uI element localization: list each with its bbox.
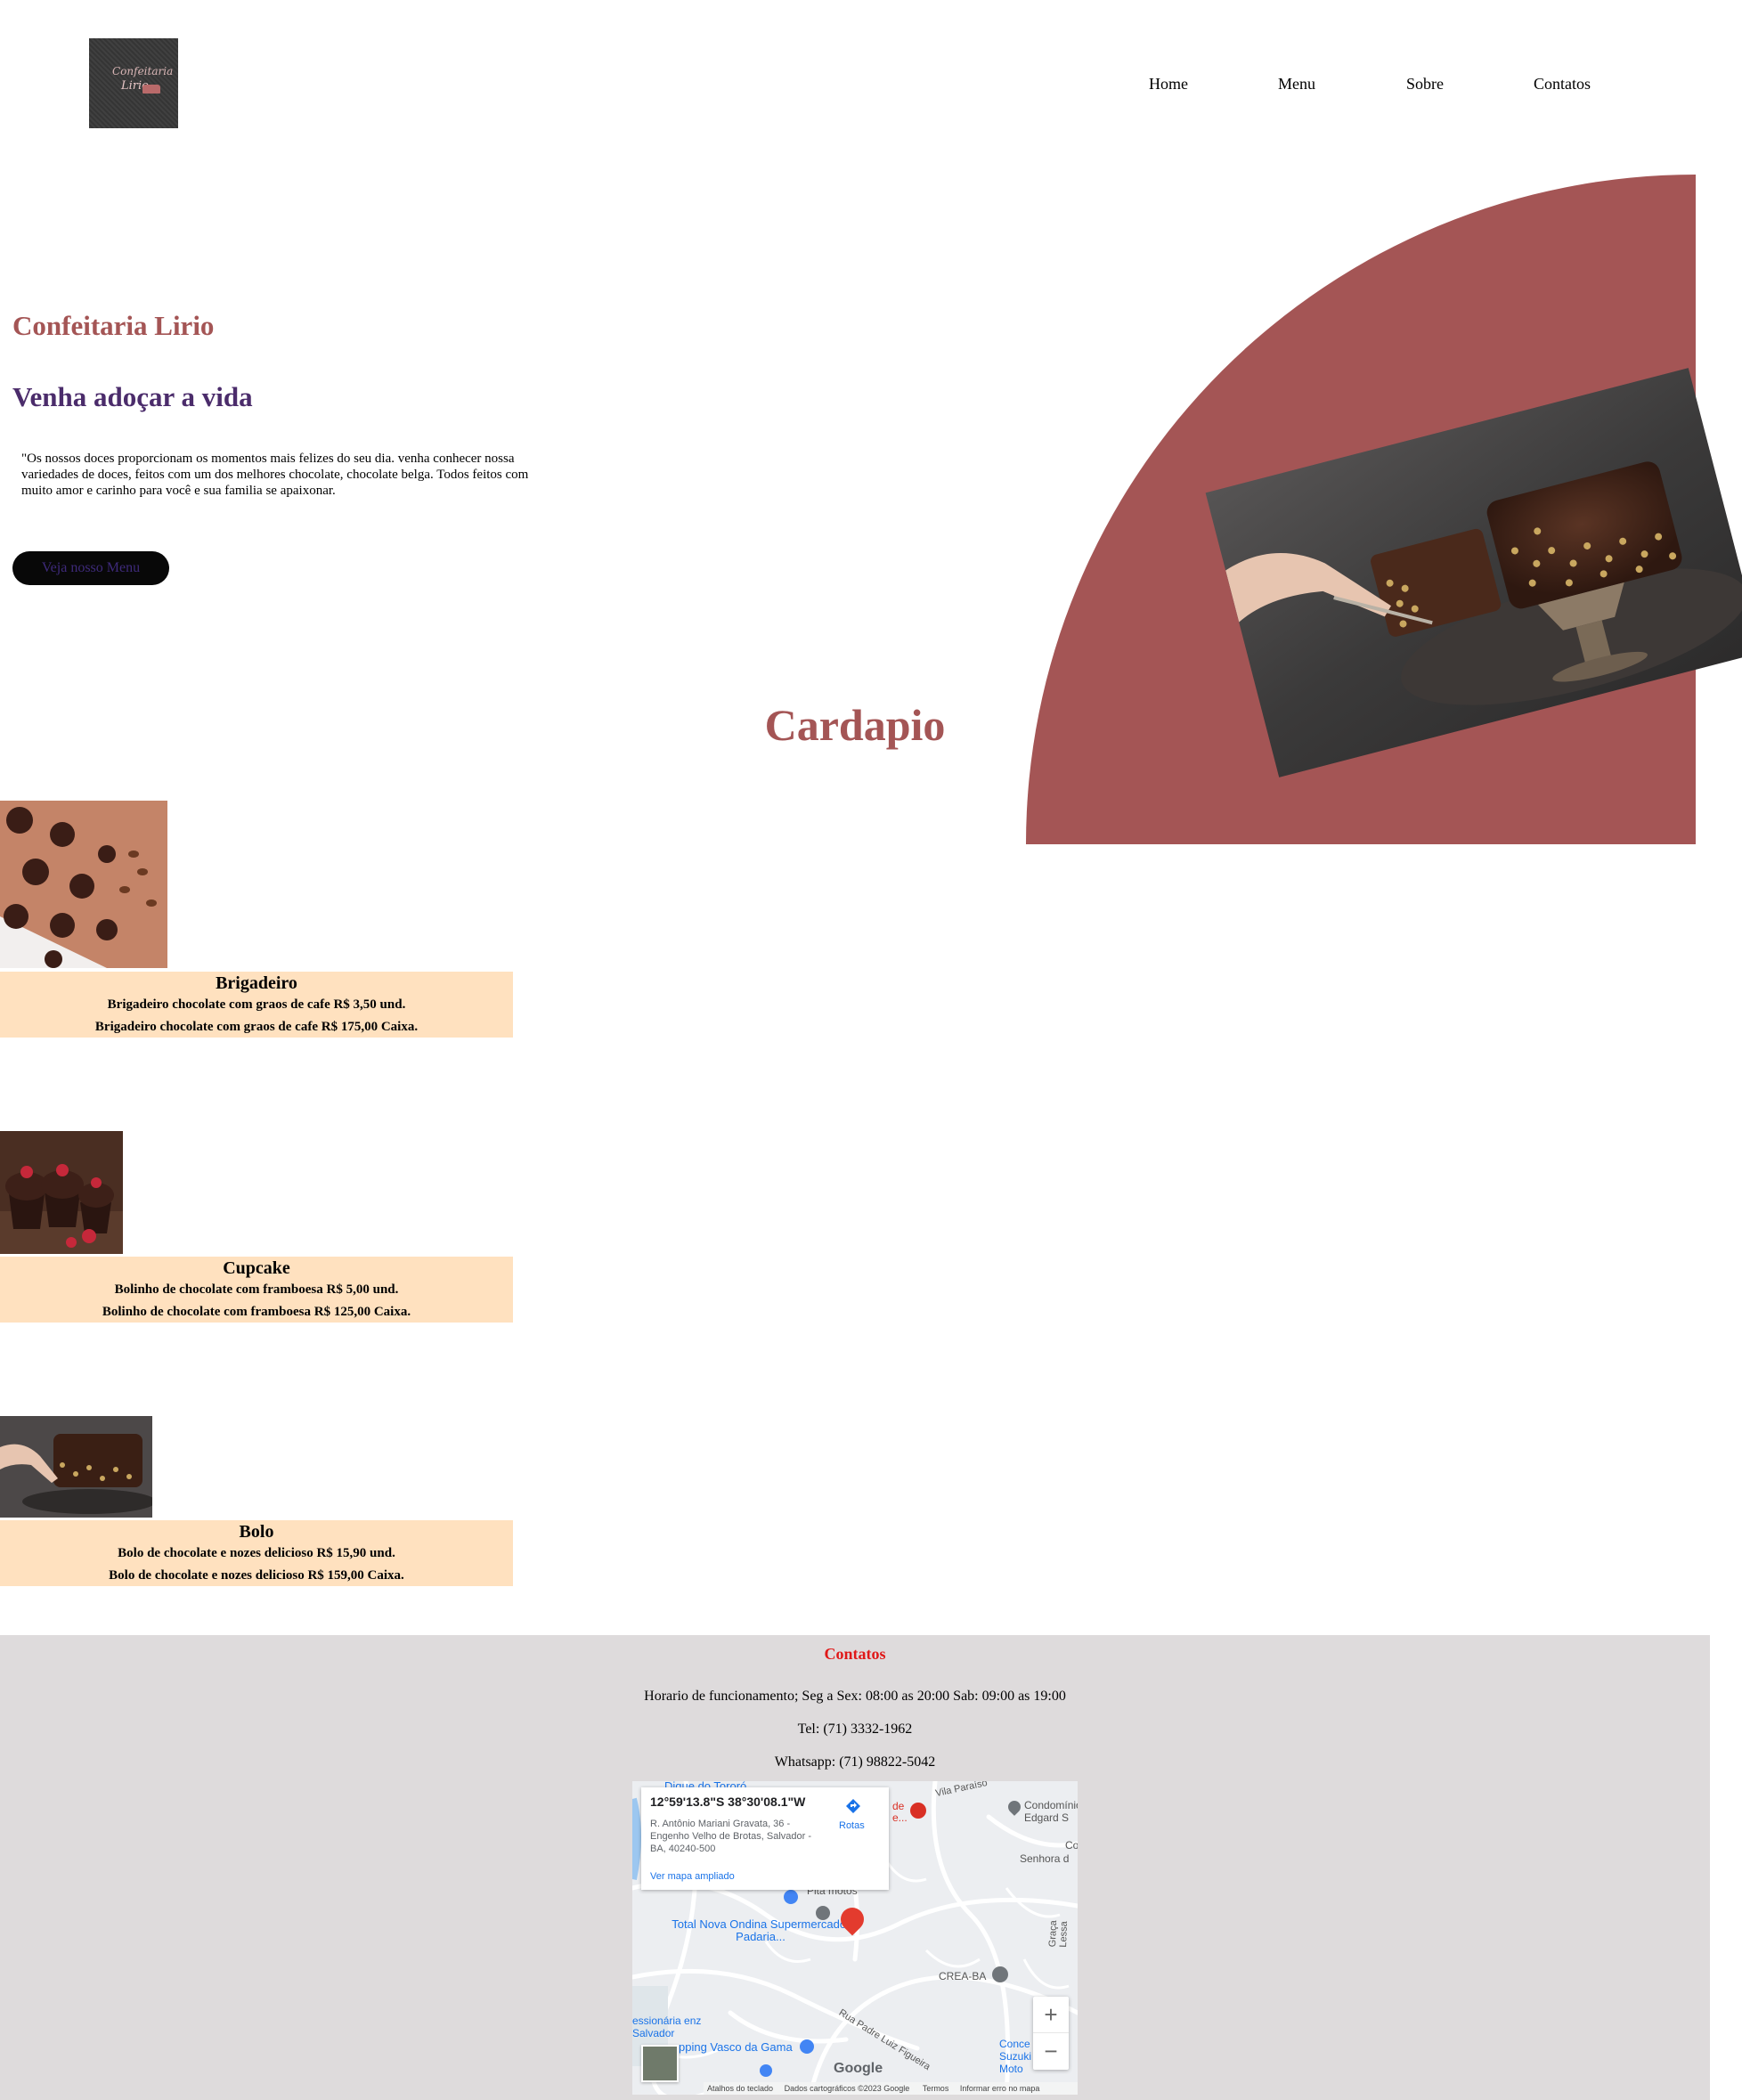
item-price-unit: Bolo de chocolate e nozes delicioso R$ 1… (118, 1546, 395, 1560)
item-name: Cupcake (223, 1258, 290, 1278)
map-label-graca: Graça Lessa (1047, 1920, 1070, 1948)
institution-pin-icon[interactable] (992, 1966, 1008, 1982)
shop-pin-icon[interactable] (784, 1890, 798, 1904)
logo-text-line1: Confeitaria (112, 65, 174, 77)
menu-item-brigadeiro: Brigadeiro Brigadeiro chocolate com grao… (0, 972, 513, 1038)
bolo-photo (0, 1416, 152, 1518)
cupcake-photo (0, 1131, 123, 1254)
brigadeiro-illustration (0, 801, 167, 968)
item-price-unit: Brigadeiro chocolate com graos de cafe R… (107, 997, 406, 1012)
item-price-box: Bolinho de chocolate com framboesa R$ 12… (102, 1305, 411, 1319)
report-error-link[interactable]: Informar erro no mapa (960, 2084, 1040, 2093)
cardapio-title: Cardapio (764, 700, 946, 750)
whatsapp-number: Whatsapp: (71) 98822-5042 (774, 1754, 936, 1770)
map-label-red: de e... (892, 1800, 908, 1824)
zoom-out-button[interactable]: − (1033, 2032, 1069, 2069)
nav-menu-link[interactable]: Menu (1278, 75, 1315, 94)
hero-description: "Os nossos doces proporcionam os momento… (21, 452, 529, 498)
satellite-toggle[interactable] (641, 2045, 679, 2082)
logo-cake-icon (142, 85, 160, 94)
map-info-card: 12°59'13.8"S 38°30'08.1"W R. Antônio Mar… (641, 1787, 889, 1890)
keyboard-shortcuts-link[interactable]: Atalhos do teclado (707, 2084, 773, 2093)
bus-stop-icon[interactable] (760, 2064, 772, 2077)
map-coordinates: 12°59'13.8"S 38°30'08.1"W (650, 1795, 806, 1809)
map-label-shopping: pping Vasco da Gama (679, 2040, 793, 2054)
nav-sobre-link[interactable]: Sobre (1406, 75, 1444, 94)
google-logo: Google (834, 2061, 883, 2076)
map-footer-bar: Atalhos do teclado Dados cartográficos ©… (704, 2082, 1078, 2095)
brigadeiro-photo (0, 801, 167, 968)
view-menu-button[interactable]: Veja nosso Menu (12, 551, 169, 585)
map-label-co: Co (1065, 1839, 1078, 1852)
map-label-supermercado: Total Nova Ondina Supermercado, Padaria.… (672, 1917, 850, 1943)
map-label-condominio: Condomínio Edgard S (1024, 1799, 1078, 1824)
map-data-credit: Dados cartográficos ©2023 Google (784, 2084, 910, 2093)
phone-number: Tel: (71) 3332-1962 (797, 1722, 913, 1737)
restaurant-pin-icon[interactable] (910, 1803, 926, 1819)
item-name: Bolo (239, 1522, 274, 1542)
map-label-crea: CREA-BA (939, 1970, 987, 1982)
zoom-in-button[interactable]: + (1033, 1997, 1069, 2032)
bolo-illustration (0, 1416, 152, 1518)
item-price-unit: Bolinho de chocolate com framboesa R$ 5,… (114, 1282, 399, 1297)
zoom-controls: + − (1033, 1997, 1069, 2070)
opening-hours: Horario de funcionamento; Seg a Sex: 08:… (644, 1689, 1066, 1704)
cupcake-illustration (0, 1131, 123, 1254)
hero-title: Confeitaria Lirio (12, 310, 215, 341)
shopping-pin-icon[interactable] (800, 2039, 814, 2054)
directions-icon[interactable] (845, 1798, 861, 1814)
item-name: Brigadeiro (216, 973, 297, 993)
logo[interactable]: Confeitaria Lirio (89, 38, 178, 128)
map-address: R. Antônio Mariani Gravata, 36 - Engenho… (650, 1819, 812, 1854)
main-nav: Home Menu Sobre Contatos (1119, 75, 1635, 96)
map-label-senhora: Senhora d (1020, 1852, 1070, 1865)
item-price-box: Brigadeiro chocolate com graos de cafe R… (94, 1020, 419, 1034)
larger-map-link[interactable]: Ver mapa ampliado (650, 1871, 735, 1882)
contacts-title: Contatos (824, 1645, 886, 1663)
menu-item-cupcake: Cupcake Bolinho de chocolate com framboe… (0, 1257, 513, 1323)
directions-label[interactable]: Rotas (839, 1820, 865, 1831)
menu-item-bolo: Bolo Bolo de chocolate e nozes delicioso… (0, 1520, 513, 1586)
terms-link[interactable]: Termos (923, 2084, 949, 2093)
item-price-box: Bolo de chocolate e nozes delicioso R$ 1… (109, 1568, 404, 1583)
map-label-concessionaria: essionária enz Salvador (632, 2015, 702, 2039)
nav-contatos-link[interactable]: Contatos (1534, 75, 1591, 94)
nav-home-link[interactable]: Home (1149, 75, 1188, 94)
hero-subtitle: Venha adoçar a vida (12, 381, 253, 412)
